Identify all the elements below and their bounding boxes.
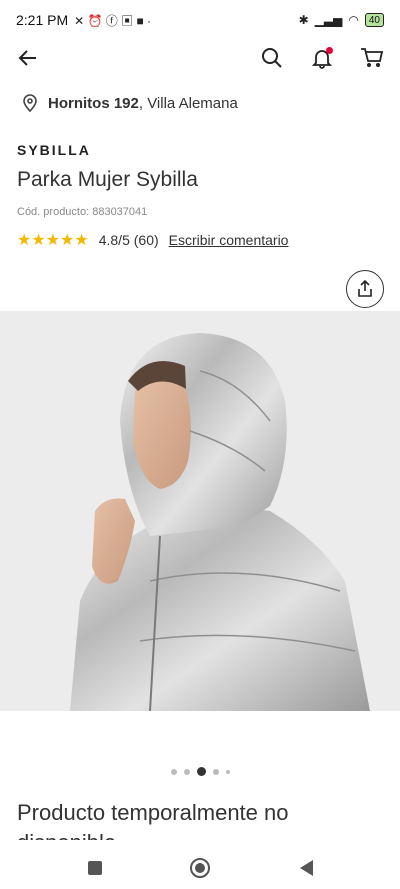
product-brand[interactable]: SYBILLA [17, 142, 91, 158]
write-review-link[interactable]: Escribir comentario [169, 232, 289, 248]
back-icon[interactable] [298, 859, 314, 877]
search-icon[interactable] [260, 46, 284, 70]
product-title: Parka Mujer Sybilla [17, 168, 198, 191]
notification-badge [326, 47, 333, 54]
notification-icons: ✕ ⏰ ⓕ ▣ ■ · [74, 13, 152, 28]
share-button[interactable] [346, 270, 384, 308]
delivery-location[interactable]: Hornitos 192, Villa Alemana [22, 94, 238, 112]
bell-icon[interactable] [310, 46, 334, 70]
wifi-icon: ◠ [348, 13, 359, 27]
system-nav-bar [0, 846, 400, 889]
signal-icon: ▁▃▅ [314, 13, 343, 27]
carousel-dot[interactable] [225, 769, 230, 774]
rating-stars: ★★★★★ [17, 232, 89, 249]
app-header [0, 40, 400, 76]
location-street: Hornitos 192 [48, 94, 139, 112]
status-bar: 2:21 PM ✕ ⏰ ⓕ ▣ ■ · ✱ ▁▃▅ ◠ 40 [0, 0, 400, 40]
product-sku: Cód. producto: 883037041 [17, 206, 148, 218]
image-carousel-indicator[interactable] [0, 767, 400, 776]
carousel-dot[interactable] [170, 768, 177, 775]
rating-row: ★★★★★ 4.8/5 (60) Escribir comentario [17, 230, 288, 250]
location-pin-icon [23, 94, 37, 112]
location-city: , Villa Alemana [138, 94, 238, 112]
recent-apps-icon[interactable] [87, 860, 103, 876]
status-time: 2:21 PM [16, 12, 69, 28]
bluetooth-icon: ✱ [298, 13, 309, 27]
battery-icon: 40 [364, 13, 384, 27]
carousel-dot[interactable] [183, 768, 190, 775]
product-image[interactable] [0, 311, 400, 711]
home-icon[interactable] [189, 857, 211, 879]
cart-icon[interactable] [360, 46, 384, 70]
availability-message: Producto temporalmente no disponible [17, 800, 289, 840]
carousel-dot-active[interactable] [196, 767, 206, 776]
share-icon [358, 280, 372, 297]
rating-value: 4.8/5 (60) [98, 232, 159, 248]
carousel-dot[interactable] [212, 768, 219, 775]
back-arrow-icon[interactable] [16, 46, 40, 70]
